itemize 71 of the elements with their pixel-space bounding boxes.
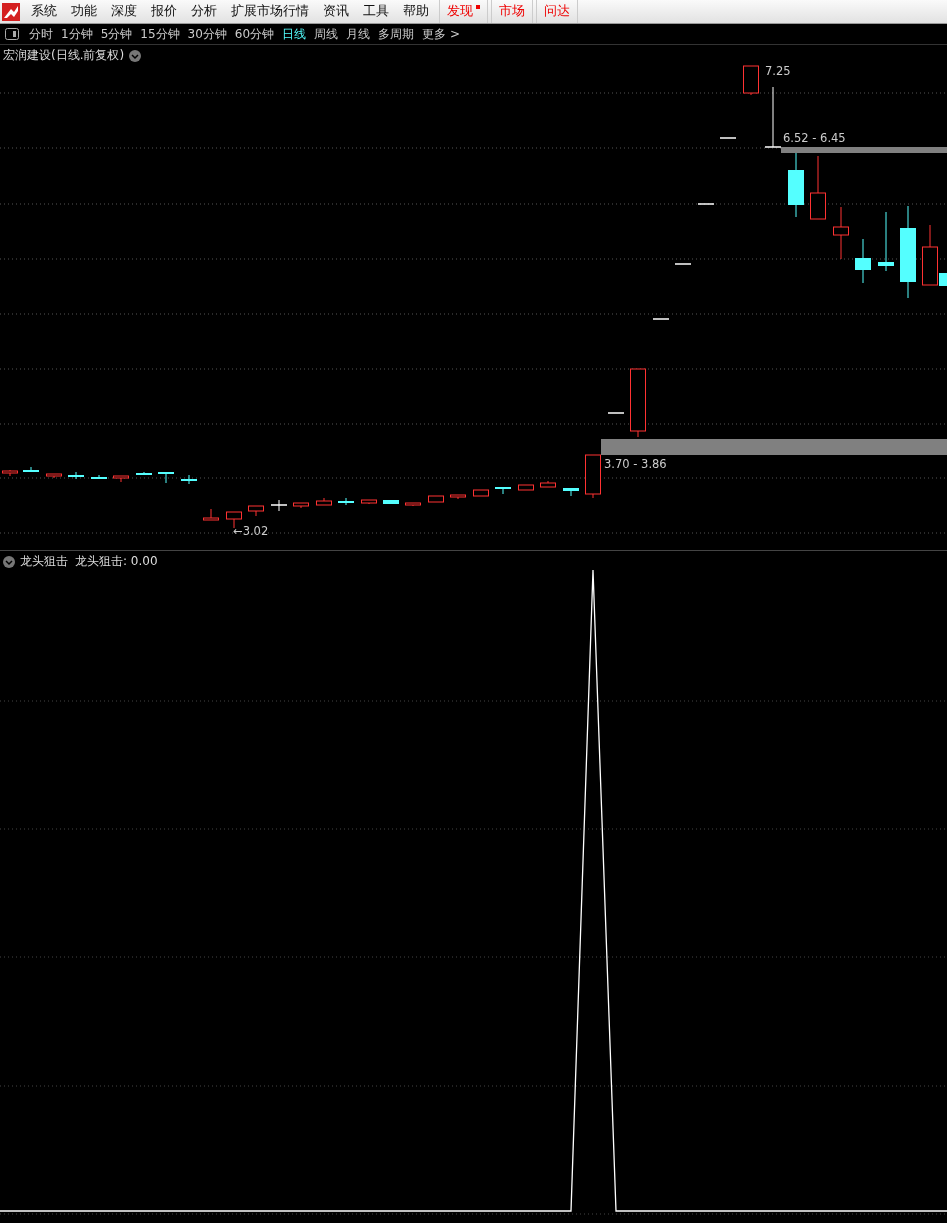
candlestick [91, 474, 107, 480]
candlestick [855, 238, 871, 284]
indicator-name: 龙头狙击 [20, 553, 68, 570]
candlestick [719, 137, 737, 139]
candlestick [674, 263, 692, 265]
candlestick [428, 495, 444, 503]
period-tab[interactable]: 5分钟 [96, 24, 137, 44]
candlestick [181, 474, 197, 485]
period-tab[interactable]: 60分钟 [230, 24, 279, 44]
candlestick [113, 475, 129, 483]
candlestick [46, 473, 62, 479]
candlestick [270, 499, 288, 512]
candlestick [338, 497, 354, 506]
menu-item[interactable]: 帮助 [396, 0, 436, 23]
period-tab[interactable]: 多周期 [374, 24, 419, 44]
candlestick [450, 494, 466, 500]
period-tab[interactable]: 15分钟 [136, 24, 184, 44]
candlestick [405, 502, 421, 507]
candlestick [361, 499, 377, 505]
candlestick [23, 466, 39, 473]
gap-label: 6.52 - 6.45 [783, 131, 846, 145]
menu-item[interactable]: 报价 [144, 0, 184, 23]
candlestick [878, 211, 894, 272]
menu-item[interactable]: 问达 [536, 0, 578, 23]
candlestick [473, 489, 489, 497]
dropdown-icon[interactable] [129, 49, 142, 62]
gap-label: 3.70 - 3.86 [604, 457, 667, 471]
candlestick [563, 487, 579, 497]
candlestick [764, 86, 782, 148]
price-label: 7.25 [765, 64, 791, 78]
candlestick [652, 318, 670, 320]
candlestick [585, 454, 601, 499]
candlestick [316, 497, 332, 506]
chart-title: 宏润建设(日线.前复权) [3, 47, 125, 64]
candlestick [495, 486, 511, 495]
candlestick [743, 65, 759, 96]
dropdown-icon[interactable] [3, 555, 15, 568]
period-tab[interactable]: 分时 [25, 24, 57, 44]
menu-item[interactable]: 发现 [439, 0, 488, 23]
candlestick [293, 502, 309, 509]
period-tab[interactable]: 日线 [278, 24, 311, 44]
price-label: ←3.02 [233, 524, 269, 538]
period-tab[interactable]: 周线 [310, 24, 343, 44]
candlestick [248, 505, 264, 517]
candlestick [158, 471, 174, 484]
candlestick [833, 206, 849, 260]
period-tab[interactable]: 更多 > [418, 24, 464, 44]
candlestick [697, 203, 715, 205]
menu-item[interactable]: 深度 [104, 0, 144, 23]
candlestick [607, 412, 625, 414]
indicator-reading: 龙头狙击: 0.00 [75, 553, 158, 570]
app-logo-icon[interactable] [2, 2, 20, 21]
sidebar-toggle-icon[interactable] [5, 28, 19, 40]
menu-item[interactable]: 市场 [491, 0, 533, 23]
candlestick [68, 471, 84, 480]
candlestick [540, 480, 556, 488]
candlestick [518, 484, 534, 491]
period-tab[interactable]: 30分钟 [183, 24, 231, 44]
menu-item[interactable]: 分析 [184, 0, 224, 23]
candlestick [203, 508, 219, 521]
menu-item[interactable]: 资讯 [316, 0, 356, 23]
menu-item[interactable]: 功能 [64, 0, 104, 23]
period-tab[interactable]: 月线 [342, 24, 375, 44]
menu-item[interactable]: 扩展市场行情 [224, 0, 316, 23]
menu-item[interactable]: 系统 [24, 0, 64, 23]
candlestick [788, 152, 804, 218]
candlestick [383, 499, 399, 505]
period-tab[interactable]: 1分钟 [57, 24, 97, 44]
candlestick [630, 368, 646, 438]
candlestick [810, 155, 826, 220]
menu-item[interactable]: 工具 [356, 0, 396, 23]
